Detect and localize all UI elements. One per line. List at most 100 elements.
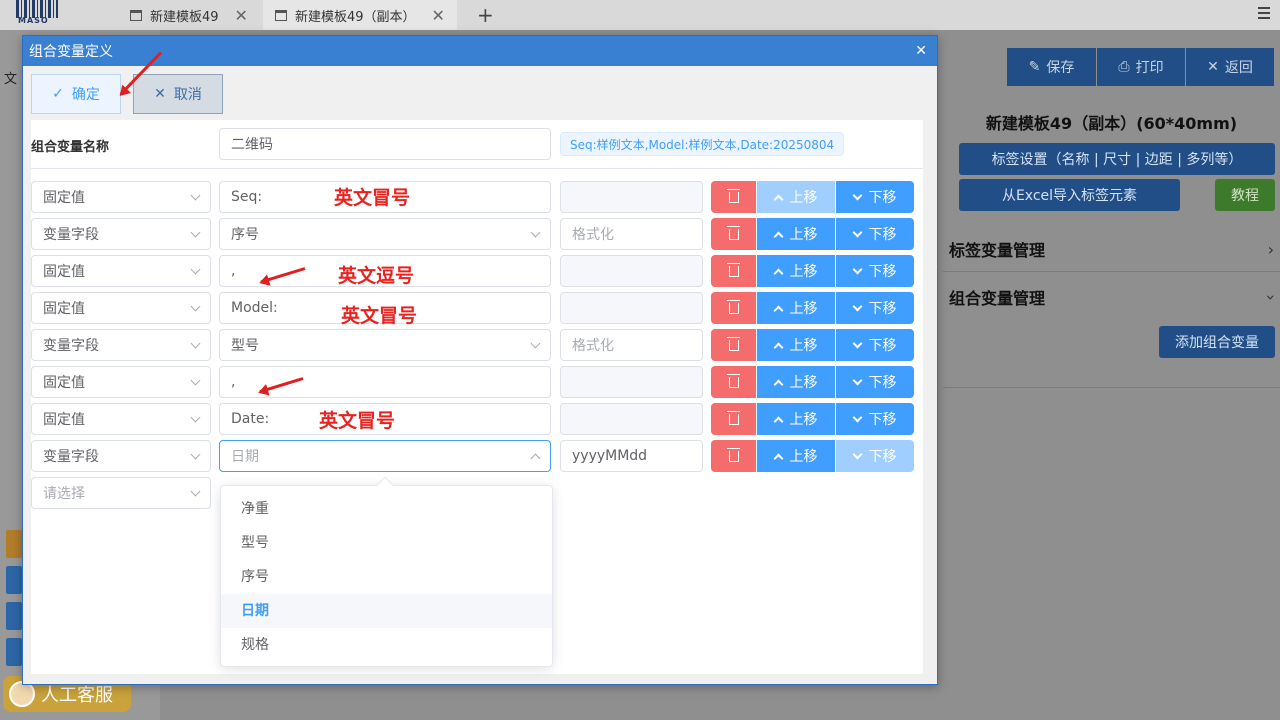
- chevron-down-icon: [190, 412, 201, 422]
- sidebar-tool[interactable]: [6, 602, 22, 630]
- chevron-up-icon: [773, 305, 783, 315]
- sidebar-partial-label: 文: [4, 72, 18, 87]
- row-move-up-button[interactable]: 上移: [757, 440, 835, 472]
- cancel-button[interactable]: ✕ 取消: [133, 74, 223, 114]
- row-type-select[interactable]: 变量字段: [31, 440, 211, 472]
- sidebar-tool[interactable]: [6, 530, 22, 558]
- row-format-input: [560, 255, 703, 287]
- tab-template-49-copy[interactable]: 新建模板49（副本） ✕: [263, 0, 457, 30]
- close-icon[interactable]: ✕: [235, 6, 248, 25]
- close-icon: ✕: [154, 86, 166, 102]
- row-move-down-button[interactable]: 下移: [836, 366, 914, 398]
- row-format-input[interactable]: 格式化: [560, 329, 703, 361]
- row-delete-button[interactable]: [711, 366, 756, 398]
- close-icon[interactable]: ✕: [432, 6, 445, 25]
- row-move-down-button[interactable]: 下移: [836, 329, 914, 361]
- tab-label: 新建模板49（副本）: [295, 9, 416, 25]
- print-button[interactable]: ⎙ 打印: [1097, 48, 1185, 86]
- chevron-down-icon: [530, 338, 541, 348]
- add-combo-var-button[interactable]: 添加组合变量: [1159, 326, 1275, 358]
- trash-icon: [726, 336, 740, 351]
- row-format-input[interactable]: 格式化: [560, 218, 703, 250]
- row-format-input: [560, 366, 703, 398]
- variable-field-dropdown: 净重 型号 序号 日期 规格: [220, 476, 553, 667]
- row-delete-button[interactable]: [711, 403, 756, 435]
- row-type-select[interactable]: 固定值: [31, 255, 211, 287]
- dialog-title: 组合变量定义: [29, 44, 113, 60]
- chevron-down-icon: [190, 264, 201, 274]
- sidebar-tool[interactable]: [6, 638, 22, 666]
- chevron-up-icon: [773, 194, 783, 204]
- chevron-up-icon: [773, 268, 783, 278]
- row-delete-button[interactable]: [711, 255, 756, 287]
- chevron-up-icon: [773, 379, 783, 389]
- template-title: 新建模板49（副本）(60*40mm): [985, 114, 1238, 133]
- row-move-down-button[interactable]: 下移: [836, 255, 914, 287]
- combo-name-input[interactable]: 二维码: [219, 128, 551, 160]
- combo-var-mgmt[interactable]: 组合变量管理 ›: [943, 275, 1280, 319]
- label-var-mgmt[interactable]: 标签变量管理 ›: [943, 227, 1280, 271]
- trash-icon: [726, 188, 740, 203]
- menu-icon[interactable]: [1258, 7, 1270, 19]
- chevron-up-icon: [773, 231, 783, 241]
- import-excel-button[interactable]: 从Excel导入标签元素: [959, 179, 1180, 211]
- tutorial-button[interactable]: 教程: [1215, 179, 1275, 211]
- document-icon: [130, 9, 142, 21]
- tab-template-49[interactable]: 新建模板49 ✕: [118, 0, 260, 30]
- save-button[interactable]: ✎ 保存: [1007, 48, 1096, 86]
- dropdown-option[interactable]: 型号: [221, 526, 552, 560]
- row-type-select[interactable]: 变量字段: [31, 329, 211, 361]
- row-format-input[interactable]: yyyyMMdd: [560, 440, 703, 472]
- tab-label: 新建模板49: [150, 9, 219, 25]
- add-tab-button[interactable]: +: [477, 3, 494, 27]
- chevron-down-icon: [190, 190, 201, 200]
- annotation-colon: 英文冒号: [341, 305, 418, 327]
- row-delete-button[interactable]: [711, 292, 756, 324]
- row-type-select[interactable]: 固定值: [31, 403, 211, 435]
- dropdown-option[interactable]: 净重: [221, 492, 552, 526]
- row-delete-button[interactable]: [711, 181, 756, 213]
- row-variable-select[interactable]: 型号: [219, 329, 551, 361]
- row-move-up-button[interactable]: 上移: [757, 366, 835, 398]
- row-variable-select[interactable]: 日期: [219, 440, 551, 472]
- row-variable-select[interactable]: 序号: [219, 218, 551, 250]
- row-delete-button[interactable]: [711, 329, 756, 361]
- row-move-up-button[interactable]: 上移: [757, 255, 835, 287]
- row-format-input: [560, 403, 703, 435]
- row-type-select[interactable]: 固定值: [31, 292, 211, 324]
- row-move-down-button[interactable]: 下移: [836, 218, 914, 250]
- check-icon: ✓: [52, 86, 64, 102]
- chevron-down-icon: ›: [1261, 293, 1280, 301]
- row-type-select[interactable]: 固定值: [31, 181, 211, 213]
- row-move-up-button[interactable]: 上移: [757, 292, 835, 324]
- close-icon[interactable]: ✕: [915, 43, 927, 59]
- row-move-up-button[interactable]: 上移: [757, 329, 835, 361]
- app-logo-text: MASO: [18, 16, 49, 25]
- new-row-type-select[interactable]: 请选择: [31, 477, 211, 509]
- chevron-down-icon: [190, 338, 201, 348]
- divider: [943, 271, 1280, 272]
- dropdown-option[interactable]: 序号: [221, 560, 552, 594]
- row-delete-button[interactable]: [711, 218, 756, 250]
- row-move-down-button[interactable]: 下移: [836, 440, 914, 472]
- app-logo: MASO: [16, 0, 58, 26]
- row-move-down-button[interactable]: 下移: [836, 403, 914, 435]
- row-move-up-button[interactable]: 上移: [757, 403, 835, 435]
- label-var-mgmt-label: 标签变量管理: [949, 241, 1046, 260]
- annotation-comma: 英文逗号: [338, 265, 415, 287]
- row-delete-button[interactable]: [711, 440, 756, 472]
- sidebar-tool[interactable]: [6, 566, 22, 594]
- dropdown-option[interactable]: 规格: [221, 628, 552, 662]
- row-type-select[interactable]: 固定值: [31, 366, 211, 398]
- label-settings-button[interactable]: 标签设置（名称 | 尺寸 | 边距 | 多列等）: [959, 143, 1275, 175]
- back-button[interactable]: ✕ 返回: [1186, 48, 1274, 86]
- confirm-button[interactable]: ✓ 确定: [31, 74, 121, 114]
- row-type-select[interactable]: 变量字段: [31, 218, 211, 250]
- trash-icon: [726, 299, 740, 314]
- row-move-down-button[interactable]: 下移: [836, 292, 914, 324]
- row-move-down-button[interactable]: 下移: [836, 181, 914, 213]
- row-move-up-button[interactable]: 上移: [757, 181, 835, 213]
- row-move-up-button[interactable]: 上移: [757, 218, 835, 250]
- dropdown-option[interactable]: 日期: [221, 594, 552, 628]
- chevron-down-icon: [190, 301, 201, 311]
